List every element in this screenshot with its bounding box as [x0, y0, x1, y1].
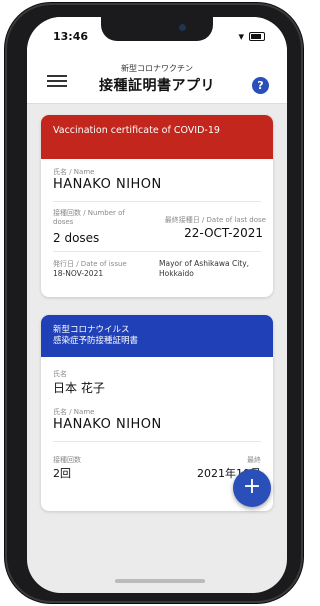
certificate-card-english[interactable]: Vaccination certificate of COVID-19 氏名 /…	[41, 115, 273, 297]
holder-name-jp: 日本 花子	[53, 381, 105, 395]
page-title: 接種証明書アプリ	[99, 78, 215, 94]
issue-date-label: 発行日 / Date of issue	[53, 260, 127, 268]
name-label: 氏名 / Name	[53, 408, 95, 416]
doses-label: 接種回数 / Number of doses	[53, 209, 125, 226]
doses-label: 接種回数	[53, 456, 81, 464]
last-dose-label: 最終接種日 / Date of last dose	[164, 216, 266, 224]
holder-name: HANAKO NIHON	[53, 417, 162, 432]
battery-icon	[249, 32, 265, 41]
status-icons: ▾	[238, 30, 265, 43]
notch	[101, 17, 213, 41]
name-label-jp: 氏名	[53, 370, 67, 378]
issue-date: 18-NOV-2021	[53, 269, 104, 278]
app-screen: 13:46 ▾ 新型コロナワクチン 接種証明書アプリ ? Vaccination…	[27, 17, 287, 593]
app-header: 新型コロナワクチン 接種証明書アプリ ?	[27, 47, 287, 104]
dose-count: 2回	[53, 467, 71, 480]
phone-frame: 13:46 ▾ 新型コロナワクチン 接種証明書アプリ ? Vaccination…	[5, 3, 303, 603]
card-header-line-2: 感染症予防接種証明書	[53, 336, 139, 346]
divider	[53, 251, 261, 252]
help-icon[interactable]: ?	[252, 77, 269, 94]
holder-name: HANAKO NIHON	[53, 177, 162, 192]
last-dose-date: 22-OCT-2021	[184, 226, 263, 240]
last-dose-label: 最終	[247, 456, 261, 464]
header-subtitle: 新型コロナワクチン	[121, 64, 193, 73]
divider	[53, 201, 261, 202]
issuer: Mayor of Ashikawa City, Hokkaido	[159, 259, 250, 278]
dose-count: 2 doses	[53, 231, 100, 245]
home-indicator[interactable]	[115, 579, 205, 583]
card-header: Vaccination certificate of COVID-19	[41, 115, 273, 159]
wifi-icon: ▾	[238, 30, 244, 43]
name-label: 氏名 / Name	[53, 168, 95, 176]
add-certificate-button[interactable]: +	[233, 469, 271, 507]
card-header: 新型コロナウイルス 感染症予防接種証明書	[41, 315, 273, 357]
camera-icon	[179, 24, 186, 31]
status-time: 13:46	[53, 30, 89, 43]
divider	[53, 441, 261, 442]
card-header-line-1: 新型コロナウイルス	[53, 325, 130, 335]
